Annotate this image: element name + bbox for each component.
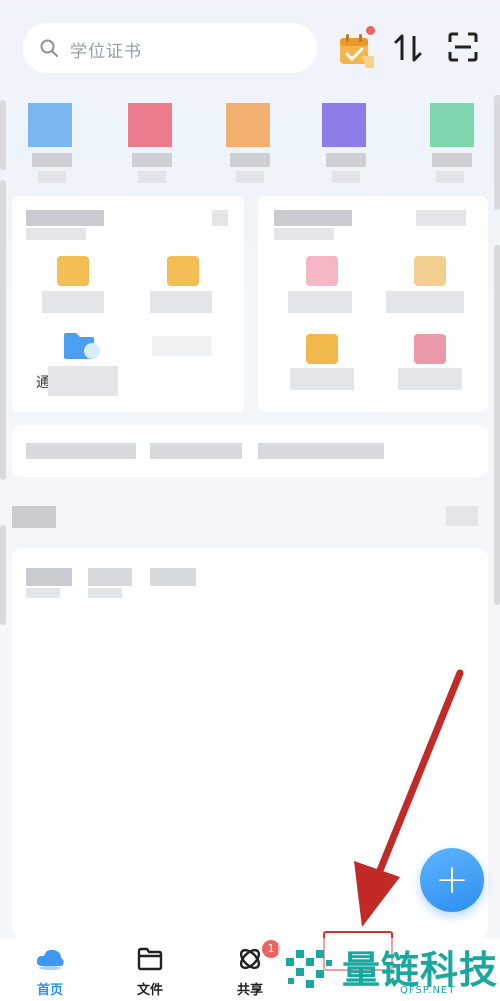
app-shortcut-sublabel	[138, 171, 166, 183]
app-shortcut-label	[230, 153, 270, 167]
file-tile-icon[interactable]	[414, 334, 446, 364]
tab-files[interactable]: 文件	[120, 938, 180, 1001]
search-bar[interactable]: 学位证书	[23, 23, 317, 73]
card-more-icon[interactable]	[212, 210, 228, 226]
tab-home[interactable]: 首页	[20, 938, 80, 1001]
notice-text	[258, 443, 384, 459]
recent-files-card	[258, 196, 488, 412]
app-shortcut-sublabel	[332, 171, 360, 183]
notice-text	[26, 443, 136, 459]
card-subtitle	[26, 228, 86, 240]
edge-mark	[0, 525, 6, 625]
file-tile-icon[interactable]	[306, 334, 338, 364]
file-tile-label	[386, 291, 464, 313]
folder-icon	[137, 947, 163, 971]
card-title	[26, 210, 104, 226]
app-shortcut-icon[interactable]	[322, 103, 366, 147]
app-shortcut-sublabel	[38, 171, 66, 183]
filter-chip-sub	[88, 588, 122, 598]
file-tile-label	[288, 291, 352, 313]
folder-tile-label	[152, 336, 212, 356]
section-more-link[interactable]	[446, 506, 478, 526]
app-shortcut-sublabel	[236, 171, 264, 183]
app-shortcut-icon[interactable]	[430, 103, 474, 147]
search-icon	[40, 39, 58, 57]
annotation-arrow	[354, 669, 464, 927]
folder-tile-icon[interactable]	[57, 256, 89, 286]
tab-files-label: 文件	[136, 983, 163, 998]
edge-mark	[0, 180, 6, 480]
app-shortcut-label	[432, 153, 472, 167]
file-tile-icon[interactable]	[306, 256, 338, 286]
calendar-notification-dot	[366, 26, 375, 35]
folder-tile-icon[interactable]	[62, 331, 102, 361]
tab-home-label: 首页	[36, 983, 63, 998]
app-shortcut-label	[132, 153, 172, 167]
app-shortcut-label	[326, 153, 366, 167]
folder-tile-icon[interactable]	[167, 256, 199, 286]
edge-mark	[494, 245, 500, 605]
calendar-icon[interactable]	[336, 30, 376, 70]
search-placeholder: 学位证书	[70, 42, 142, 62]
app-shortcut-icon[interactable]	[128, 103, 172, 147]
watermark-domain: QFSP.NET	[400, 985, 456, 996]
app-shortcut-row	[0, 95, 500, 190]
app-shortcut-icon[interactable]	[226, 103, 270, 147]
notice-bar[interactable]	[12, 425, 488, 477]
quick-access-card: 通	[12, 196, 244, 412]
card-subtitle	[274, 228, 334, 240]
sort-icon[interactable]	[392, 32, 426, 64]
card-more-link[interactable]	[416, 210, 466, 226]
file-tile-label	[398, 368, 462, 390]
app-shortcut-sublabel	[436, 171, 464, 183]
share-icon	[239, 948, 261, 970]
tab-share-label: 共享	[236, 983, 263, 998]
section-title	[12, 506, 56, 528]
app-shortcut-label	[32, 153, 72, 167]
card-title	[274, 210, 352, 226]
folder-tile-label	[150, 291, 212, 313]
file-tile-icon[interactable]	[414, 256, 446, 286]
filter-chip-sub	[26, 588, 60, 598]
scan-icon[interactable]	[448, 32, 478, 62]
cloud-icon	[36, 949, 64, 970]
filter-chip[interactable]	[150, 568, 196, 586]
file-tile-label	[290, 368, 354, 390]
filter-chip[interactable]	[88, 568, 132, 586]
top-bar: 学位证书	[0, 0, 500, 95]
filter-chip[interactable]	[26, 568, 72, 586]
notice-text	[150, 443, 242, 459]
app-shortcut-icon[interactable]	[28, 103, 72, 147]
folder-tile-label	[42, 291, 104, 313]
shortcut-label-blur	[48, 366, 118, 396]
